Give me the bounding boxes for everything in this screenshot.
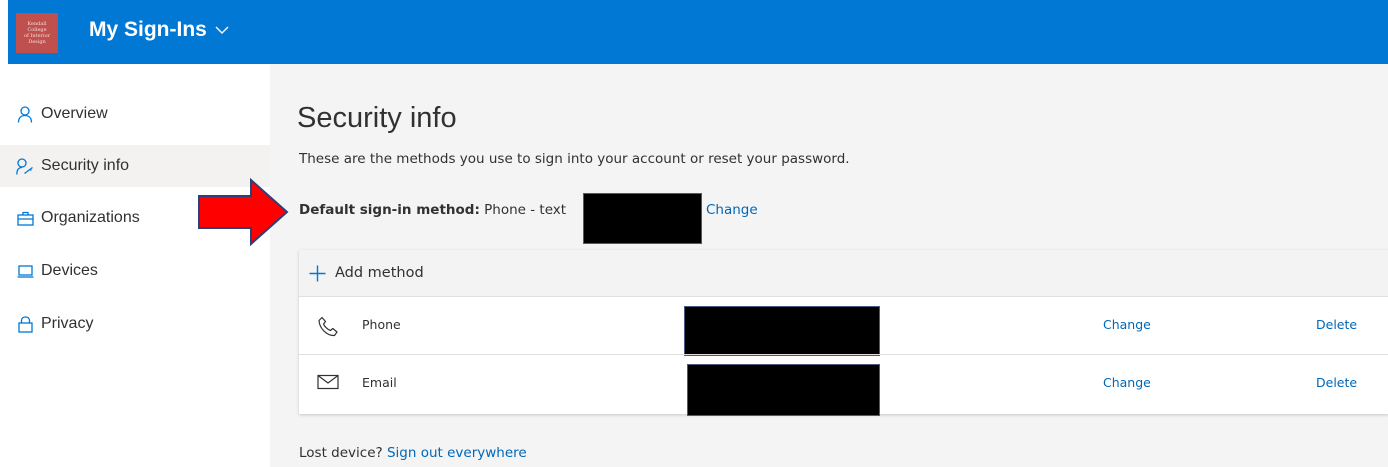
sign-out-everywhere-link[interactable]: Sign out everywhere (387, 445, 527, 461)
sidebar: Overview Security info Organizations Dev… (0, 64, 270, 467)
change-default-method-link[interactable]: Change (706, 202, 758, 218)
logo-text-line: Design (28, 39, 46, 45)
briefcase-icon (16, 209, 34, 227)
app-title: My Sign-Ins (89, 18, 207, 41)
change-phone-link[interactable]: Change (1103, 317, 1151, 332)
sidebar-item-label: Privacy (41, 315, 94, 332)
page-subtitle: These are the methods you use to sign in… (299, 151, 850, 167)
security-person-icon (16, 157, 34, 175)
envelope-icon (317, 374, 339, 394)
redacted-block (583, 193, 702, 244)
top-bar-edge (0, 0, 8, 64)
lost-device-row: Lost device? Sign out everywhere (299, 445, 527, 461)
default-method-label: Default sign-in method: (299, 202, 480, 218)
lock-icon (16, 315, 34, 333)
delete-phone-link[interactable]: Delete (1316, 317, 1357, 332)
methods-list: Add method Phone Change Delete Email Cha… (299, 250, 1388, 416)
chevron-down-icon (215, 26, 229, 35)
delete-email-link[interactable]: Delete (1316, 375, 1357, 390)
default-sign-in-method: Default sign-in method: Phone - text (299, 202, 566, 218)
sidebar-item-label: Overview (41, 105, 108, 122)
sidebar-item-label: Security info (41, 157, 130, 174)
organization-logo[interactable]: Kendall College of Interior Design (16, 13, 58, 53)
add-method-label: Add method (335, 265, 424, 281)
lost-device-text: Lost device? (299, 445, 383, 461)
sidebar-item-label: Devices (41, 262, 98, 279)
redacted-block (687, 364, 880, 416)
default-method-value: Phone - text (484, 202, 567, 218)
add-method-button[interactable]: Add method (299, 250, 1388, 296)
laptop-icon (16, 262, 34, 280)
person-icon (16, 105, 34, 123)
method-row-phone: Phone Change Delete (299, 296, 1388, 356)
sidebar-item-privacy[interactable]: Privacy (0, 303, 270, 345)
method-name: Phone (362, 317, 401, 332)
sidebar-item-overview[interactable]: Overview (0, 93, 270, 135)
main-content: Security info These are the methods you … (270, 64, 1388, 467)
redacted-block (684, 306, 880, 356)
method-row-email: Email Change Delete (299, 354, 1388, 416)
app-title-menu[interactable]: My Sign-Ins (89, 18, 229, 42)
method-name: Email (362, 375, 397, 390)
phone-icon (317, 316, 339, 337)
page-title: Security info (297, 102, 457, 134)
change-email-link[interactable]: Change (1103, 375, 1151, 390)
sidebar-item-label: Organizations (41, 209, 140, 226)
plus-icon (309, 265, 326, 282)
sidebar-item-devices[interactable]: Devices (0, 250, 270, 292)
